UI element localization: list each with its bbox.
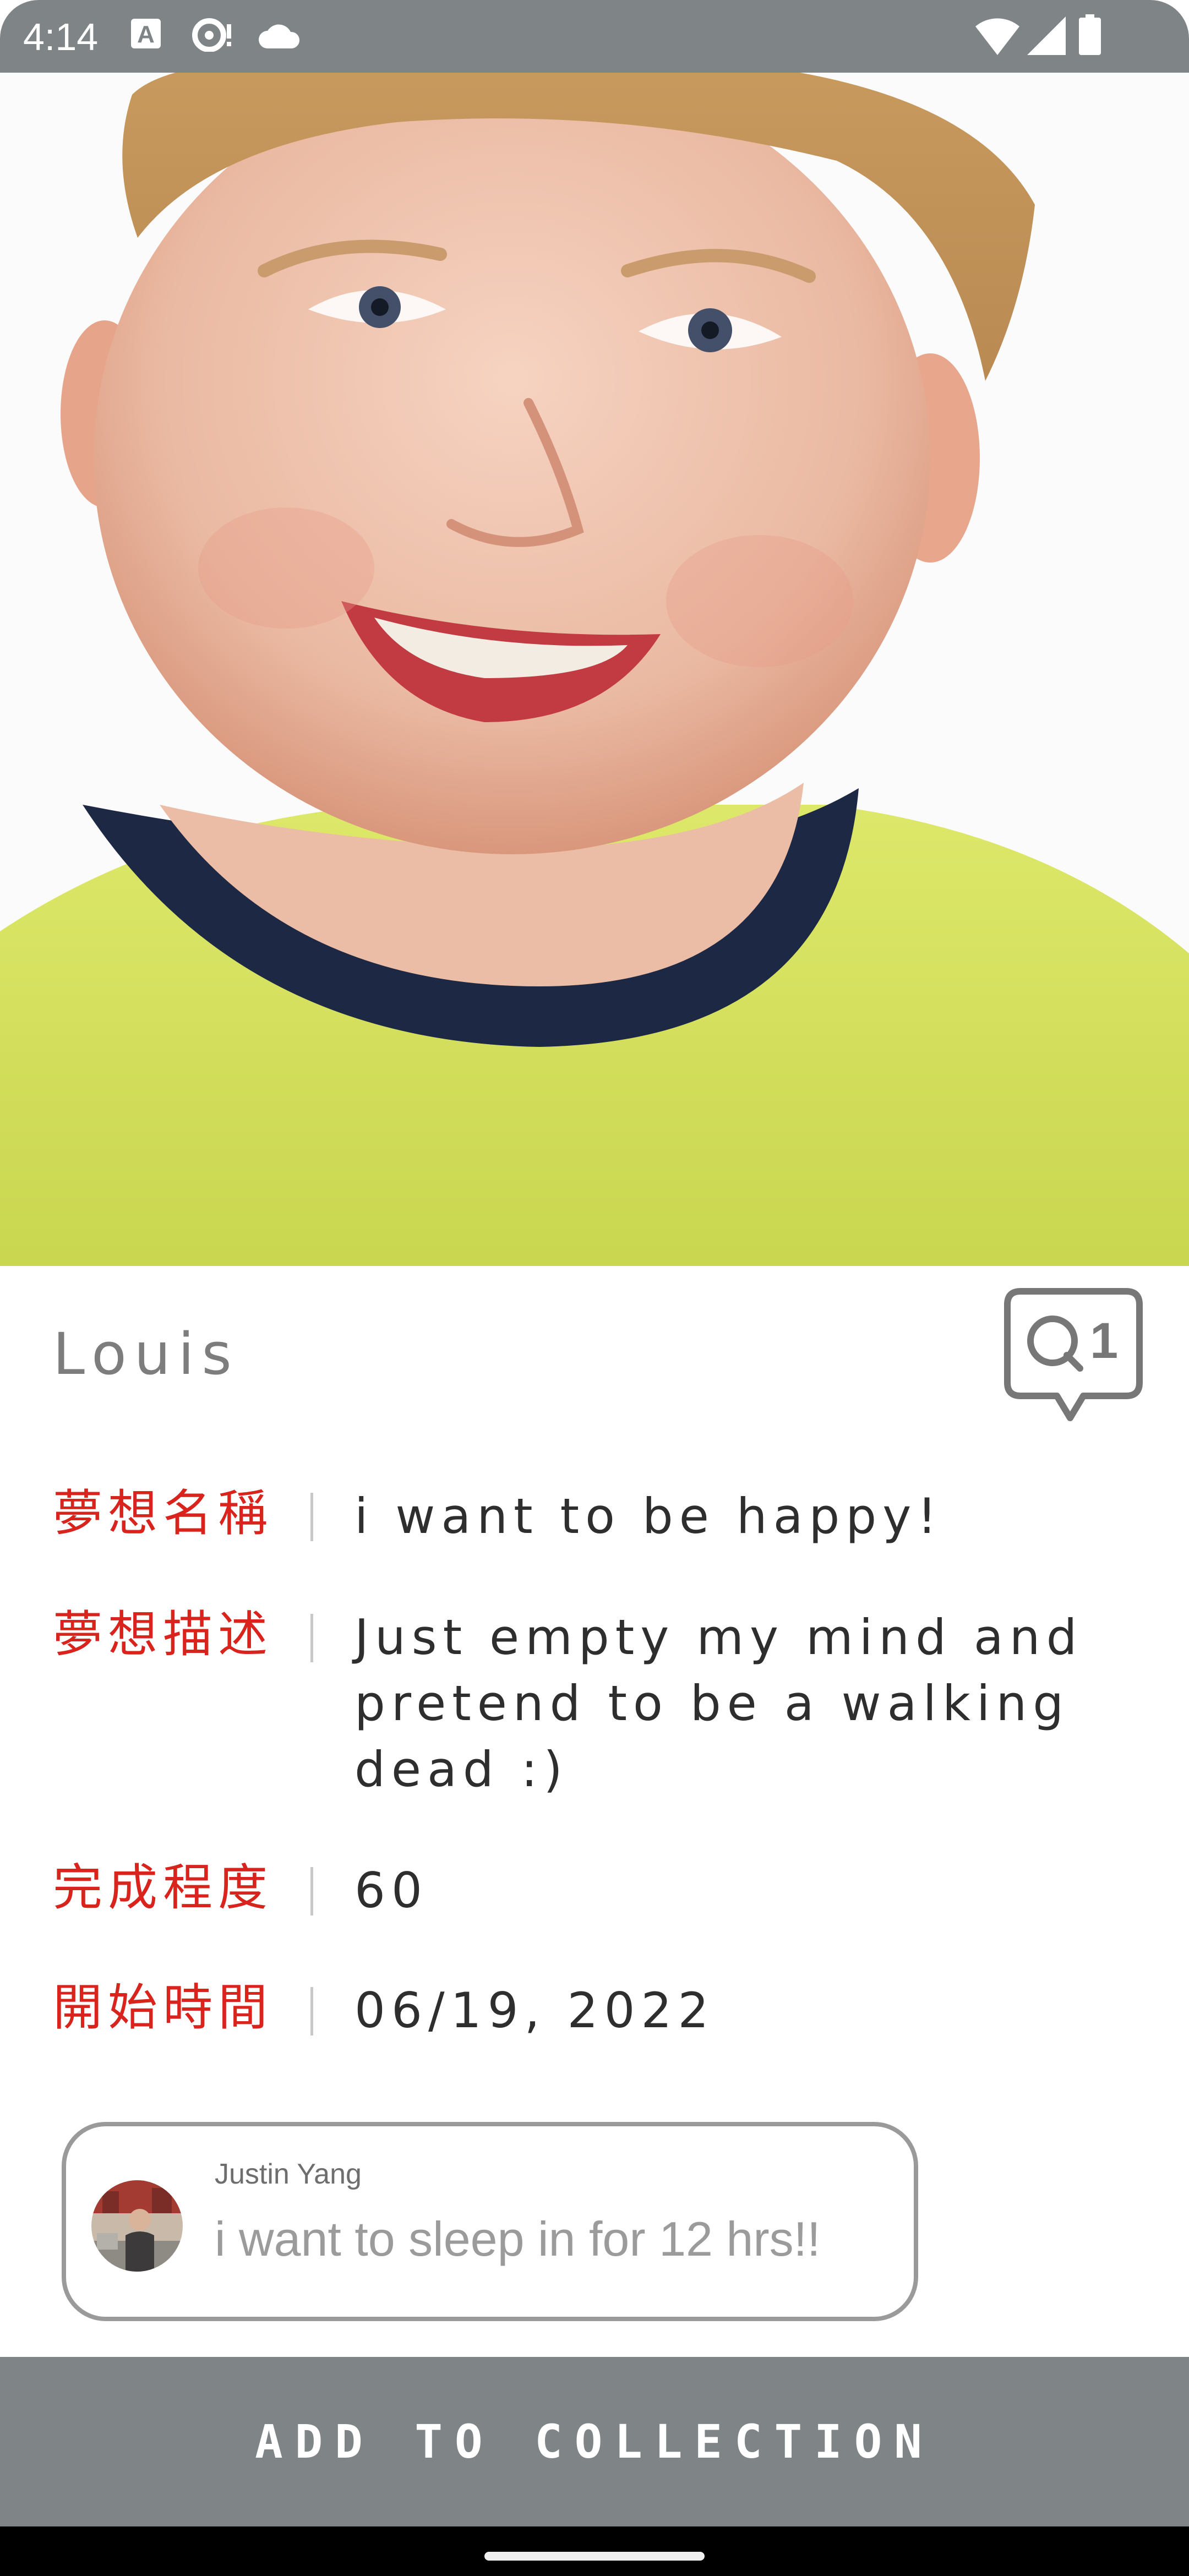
comment-card[interactable]: Justin Yang i want to sleep in for 12 hr… (62, 2122, 918, 2321)
wifi-icon (974, 14, 1021, 58)
dream-description-label: 夢想描述 (53, 1606, 273, 1663)
completion-label: 完成程度 (53, 1859, 273, 1917)
dream-description-value: Just empty my mind and pretend to be a w… (354, 1609, 1083, 1798)
home-indicator[interactable] (484, 2552, 705, 2561)
cloud-icon (258, 21, 302, 52)
comment-author: Justin Yang (215, 2158, 362, 2190)
add-to-collection-button[interactable]: ADD TO COLLECTION (0, 2357, 1189, 2526)
comment-count: 1 (1090, 1313, 1119, 1369)
notification-icon (192, 17, 236, 54)
status-time: 4:14 (23, 15, 99, 58)
navigation-bar (0, 2526, 1189, 2576)
battery-icon (1078, 14, 1102, 58)
field-divider (310, 1867, 313, 1915)
a-icon: A (130, 18, 162, 52)
field-divider (310, 1614, 313, 1662)
start-time-value: 06/19, 2022 (354, 1982, 715, 2039)
status-bar: 4:14 A (0, 0, 1189, 73)
avatar (91, 2180, 183, 2272)
dream-name-label: 夢想名稱 (53, 1485, 273, 1542)
owner-name: Louis (53, 1320, 239, 1388)
comment-text: i want to sleep in for 12 hrs!! (215, 2212, 821, 2266)
comment-button[interactable]: 1 (1002, 1288, 1145, 1426)
dream-detail-screen: 4:14 A Louis 1 夢想名稱 i want to be happy! … (0, 0, 1189, 2576)
speech-bubble-icon (1004, 1288, 1143, 1421)
field-divider (310, 1493, 313, 1541)
svg-text:A: A (137, 21, 155, 48)
start-time-label: 開始時間 (53, 1979, 273, 2037)
dream-photo (0, 73, 1189, 1266)
dream-name-value: i want to be happy! (354, 1488, 943, 1544)
completion-value: 60 (354, 1862, 428, 1919)
signal-icon (1025, 15, 1067, 58)
field-divider (310, 1987, 313, 2035)
